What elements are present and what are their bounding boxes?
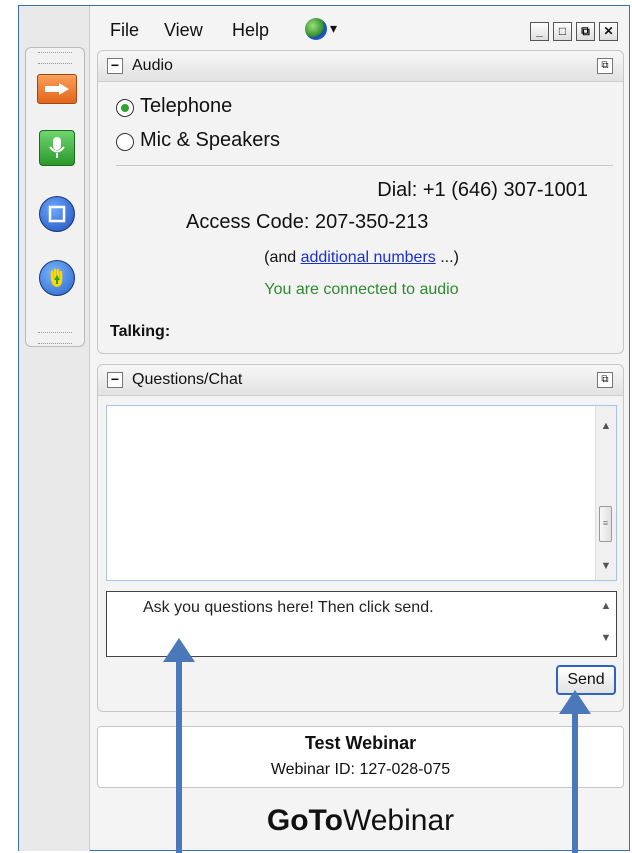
microphone-icon bbox=[49, 137, 65, 158]
dial-number: Dial: +1 (646) 307-1001 bbox=[377, 179, 588, 201]
telephone-label[interactable]: Telephone bbox=[140, 95, 232, 118]
input-scroll-down-icon[interactable]: ▼ bbox=[596, 632, 616, 644]
menu-bar: File View Help ▾ _ □ ⧉ ✕ bbox=[90, 6, 625, 48]
scroll-down-icon[interactable]: ▼ bbox=[596, 560, 616, 572]
menu-help[interactable]: Help bbox=[232, 20, 269, 41]
audio-status: You are connected to audio bbox=[264, 281, 459, 298]
popout-audio-icon[interactable]: ⧉ bbox=[597, 58, 613, 74]
telephone-radio[interactable] bbox=[116, 99, 134, 117]
microphone-button[interactable] bbox=[39, 130, 75, 166]
collapse-chat-button[interactable]: − bbox=[107, 372, 123, 388]
access-code: Access Code: 207-350-213 bbox=[186, 211, 429, 233]
annotation-arrow-send-head bbox=[559, 690, 591, 714]
show-hide-panel-button[interactable] bbox=[37, 74, 77, 104]
maximize-button[interactable]: □ bbox=[553, 22, 572, 41]
toolbar-grip-top[interactable] bbox=[38, 52, 72, 64]
mic-speakers-radio[interactable] bbox=[116, 133, 134, 151]
main-panel: File View Help ▾ _ □ ⧉ ✕ − Audio ⧉ Telep… bbox=[90, 6, 630, 851]
chat-panel-title: Questions/Chat bbox=[132, 371, 243, 388]
chat-panel-header: − Questions/Chat ⧉ bbox=[98, 365, 623, 396]
additional-prefix: (and bbox=[264, 249, 301, 266]
menu-file[interactable]: File bbox=[110, 20, 139, 41]
talking-label: Talking: bbox=[110, 323, 171, 340]
toolbar-grip-bottom[interactable] bbox=[38, 332, 72, 344]
minimize-button[interactable]: _ bbox=[530, 22, 549, 41]
question-input-scrollbar[interactable]: ▲ ▼ bbox=[596, 592, 616, 656]
question-input-placeholder: Ask you questions here! Then click send. bbox=[143, 599, 434, 616]
logo-goto: GoTo bbox=[266, 804, 343, 837]
chat-log-scrollbar[interactable]: ▲ ≡ ▼ bbox=[595, 406, 616, 580]
raise-hand-icon bbox=[50, 268, 63, 287]
scroll-thumb[interactable]: ≡ bbox=[599, 506, 612, 542]
audio-divider bbox=[116, 165, 613, 166]
popout-chat-icon[interactable]: ⧉ bbox=[597, 372, 613, 388]
input-scroll-up-icon[interactable]: ▲ bbox=[596, 600, 616, 612]
restore-button[interactable]: ⧉ bbox=[576, 22, 595, 41]
close-button[interactable]: ✕ bbox=[599, 22, 618, 41]
mic-speakers-label[interactable]: Mic & Speakers bbox=[140, 129, 280, 152]
screen-icon bbox=[48, 205, 66, 223]
caret-down-icon[interactable]: ▾ bbox=[330, 20, 337, 37]
raise-hand-button[interactable] bbox=[39, 260, 75, 296]
menu-view[interactable]: View bbox=[164, 20, 203, 41]
scroll-up-icon[interactable]: ▲ bbox=[596, 420, 616, 432]
logo-webinar: Webinar bbox=[342, 804, 455, 837]
screen-share-button[interactable] bbox=[39, 196, 75, 232]
collapse-audio-button[interactable]: − bbox=[107, 58, 123, 74]
arrow-right-icon bbox=[45, 83, 69, 95]
audio-panel-title: Audio bbox=[132, 57, 173, 74]
control-toolbar bbox=[25, 47, 85, 347]
annotation-arrow-input-head bbox=[163, 638, 195, 662]
additional-suffix: ...) bbox=[435, 249, 459, 266]
additional-numbers-link[interactable]: additional numbers bbox=[301, 249, 436, 266]
chat-log[interactable]: ▲ ≡ ▼ bbox=[106, 405, 617, 581]
audio-panel-header: − Audio ⧉ bbox=[98, 51, 623, 82]
annotation-arrow-input-shaft bbox=[176, 660, 182, 853]
annotation-arrow-send-shaft bbox=[572, 712, 578, 853]
globe-icon[interactable] bbox=[305, 18, 327, 40]
additional-numbers-text: (and additional numbers ...) bbox=[98, 249, 625, 267]
audio-panel: − Audio ⧉ Telephone Mic & Speakers Dial:… bbox=[97, 50, 624, 354]
